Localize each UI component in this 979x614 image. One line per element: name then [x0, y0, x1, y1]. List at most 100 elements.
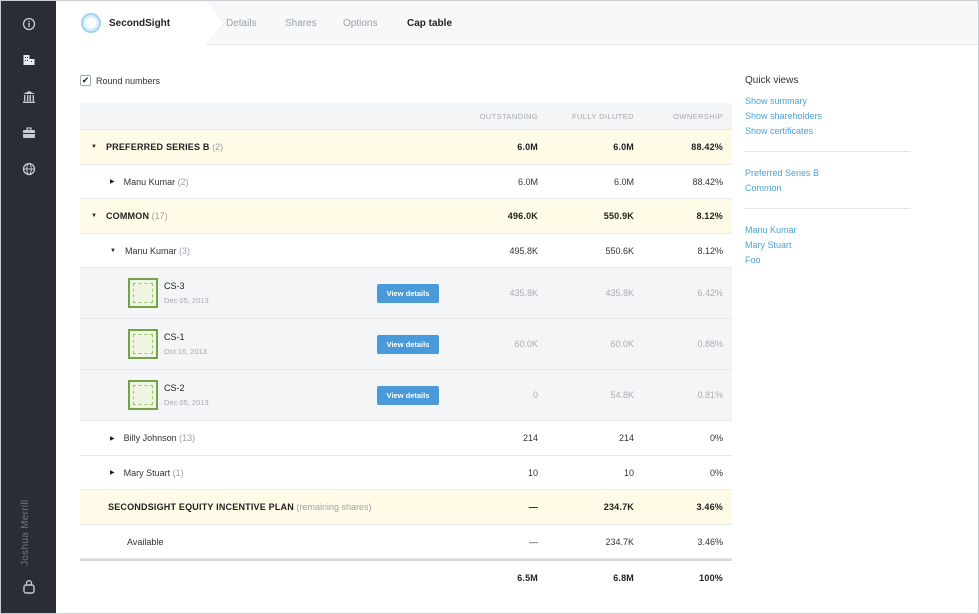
link-show-certificates[interactable]: Show certificates — [745, 124, 910, 139]
table-header: OUTSTANDING FULLY DILUTED OWNERSHIP — [80, 103, 732, 130]
brand-logo-icon — [81, 13, 101, 33]
tab-shares[interactable]: Shares — [285, 18, 317, 29]
quick-views-title: Quick views — [745, 75, 799, 86]
cell-outstanding: 60.0K — [514, 339, 538, 349]
cell-ownership: 0.88% — [697, 339, 723, 349]
cell-outstanding: 6.0M — [517, 177, 538, 187]
link-common[interactable]: Common — [745, 181, 910, 196]
cell-diluted: 6.0M — [613, 177, 634, 187]
cell-diluted: 234.7K — [603, 502, 634, 512]
cell-ownership: 88.42% — [692, 177, 723, 187]
view-details-button[interactable]: View details — [377, 284, 439, 303]
cell-diluted: 54.8K — [610, 390, 634, 400]
cell-outstanding: 10 — [527, 468, 538, 478]
group-label[interactable]: ▼ PREFERRED SERIES B (2) — [91, 130, 223, 164]
cell-outstanding: — — [528, 502, 538, 512]
divider — [745, 151, 910, 152]
caret-down-icon[interactable]: ▼ — [91, 213, 97, 219]
cap-table: OUTSTANDING FULLY DILUTED OWNERSHIP ▼ PR… — [80, 103, 732, 594]
caret-down-icon[interactable]: ▼ — [110, 248, 116, 254]
cell-outstanding: 435.8K — [509, 288, 538, 298]
cell-ownership: 3.46% — [697, 537, 723, 547]
caret-right-icon[interactable]: ▶ — [110, 178, 115, 185]
certificate-row[interactable]: CS-2 Dec 05, 2013 View details 0 54.8K 0… — [80, 370, 732, 421]
cell-diluted: 435.8K — [605, 288, 634, 298]
certificate-name: CS-2 — [164, 383, 185, 393]
cell-diluted: 550.9K — [603, 211, 634, 221]
quick-views-panel: Quick views Show summary Show shareholde… — [745, 75, 910, 268]
link-foo[interactable]: Foo — [745, 253, 910, 268]
total-diluted: 6.8M — [613, 573, 634, 583]
table-row: Available — 234.7K 3.46% — [80, 525, 732, 559]
caret-right-icon[interactable]: ▶ — [110, 469, 115, 476]
view-details-button[interactable]: View details — [377, 335, 439, 354]
left-nav: Joshua Merrill — [1, 1, 56, 613]
round-numbers-checkbox[interactable]: ✔ — [80, 75, 91, 86]
view-details-button[interactable]: View details — [377, 386, 439, 405]
round-numbers-toggle[interactable]: ✔ Round numbers — [80, 75, 160, 86]
cell-ownership: 3.46% — [696, 502, 723, 512]
table-row[interactable]: ▼ COMMON (17) 496.0K 550.9K 8.12% — [80, 199, 732, 234]
certificate-date: Oct 16, 2013 — [164, 347, 207, 356]
certificate-thumbnail[interactable] — [128, 380, 158, 410]
link-show-summary[interactable]: Show summary — [745, 94, 910, 109]
top-bar: SecondSight Details Shares Options Cap t… — [56, 1, 978, 45]
column-header-fully-diluted[interactable]: FULLY DILUTED — [544, 112, 634, 121]
divider — [745, 208, 910, 209]
info-icon[interactable] — [19, 14, 39, 34]
brand[interactable]: SecondSight — [56, 1, 206, 45]
bank-icon[interactable] — [19, 87, 39, 107]
link-preferred-series-b[interactable]: Preferred Series B — [745, 166, 910, 181]
table-row[interactable]: ▼ Manu Kumar (3) 495.8K 550.6K 8.12% — [80, 234, 732, 268]
holder-label[interactable]: ▼ Manu Kumar (3) — [110, 234, 190, 267]
certificate-date: Dec 05, 2013 — [164, 296, 209, 305]
holder-label[interactable]: ▶ Manu Kumar (2) — [110, 165, 189, 198]
cell-outstanding: 496.0K — [507, 211, 538, 221]
certificate-thumbnail[interactable] — [128, 278, 158, 308]
tab-options[interactable]: Options — [343, 18, 377, 29]
group-label[interactable]: ▼ COMMON (17) — [91, 199, 168, 233]
certificate-row[interactable]: CS-3 Dec 05, 2013 View details 435.8K 43… — [80, 268, 732, 319]
caret-right-icon[interactable]: ▶ — [110, 435, 115, 442]
link-mary-stuart[interactable]: Mary Stuart — [745, 238, 910, 253]
table-row[interactable]: ▶ Billy Johnson (13) 214 214 0% — [80, 421, 732, 456]
certificate-row[interactable]: CS-1 Oct 16, 2013 View details 60.0K 60.… — [80, 319, 732, 370]
user-name[interactable]: Joshua Merrill — [20, 471, 31, 566]
cell-diluted: 10 — [623, 468, 634, 478]
link-manu-kumar[interactable]: Manu Kumar — [745, 223, 910, 238]
cell-diluted: 6.0M — [613, 142, 634, 152]
holder-label[interactable]: ▶ Mary Stuart (1) — [110, 456, 184, 489]
breadcrumb-arrow — [206, 1, 224, 45]
caret-down-icon[interactable]: ▼ — [91, 144, 97, 150]
tab-details[interactable]: Details — [226, 18, 257, 29]
cell-outstanding: 0 — [532, 390, 538, 400]
cell-outstanding: — — [529, 537, 538, 547]
briefcase-icon[interactable] — [19, 123, 39, 143]
tab-cap-table[interactable]: Cap table — [407, 18, 452, 29]
certificate-name: CS-1 — [164, 332, 185, 342]
logout-icon[interactable] — [19, 577, 39, 597]
cell-diluted: 214 — [618, 433, 634, 443]
round-numbers-label: Round numbers — [96, 75, 161, 86]
certificate-thumbnail[interactable] — [128, 329, 158, 359]
building-icon[interactable] — [19, 50, 39, 70]
certificate-name: CS-3 — [164, 281, 185, 291]
table-row[interactable]: ▶ Mary Stuart (1) 10 10 0% — [80, 456, 732, 490]
column-header-outstanding[interactable]: OUTSTANDING — [448, 112, 538, 121]
table-row[interactable]: ▼ PREFERRED SERIES B (2) 6.0M 6.0M 88.42… — [80, 130, 732, 165]
brand-name: SecondSight — [109, 18, 171, 29]
column-header-ownership[interactable]: OWNERSHIP — [633, 112, 723, 121]
total-row: 6.5M 6.8M 100% — [80, 559, 732, 594]
group-label[interactable]: SECONDSIGHT EQUITY INCENTIVE PLAN (remai… — [108, 490, 372, 524]
globe-icon[interactable] — [19, 159, 39, 179]
cell-ownership: 6.42% — [697, 288, 723, 298]
table-row[interactable]: ▶ Manu Kumar (2) 6.0M 6.0M 88.42% — [80, 165, 732, 199]
row-label: Available — [127, 536, 164, 547]
cell-ownership: 0% — [709, 433, 723, 443]
link-show-shareholders[interactable]: Show shareholders — [745, 109, 910, 124]
holder-label[interactable]: ▶ Billy Johnson (13) — [110, 421, 195, 455]
cell-outstanding: 214 — [522, 433, 538, 443]
table-row[interactable]: SECONDSIGHT EQUITY INCENTIVE PLAN (remai… — [80, 490, 732, 525]
cell-ownership: 8.12% — [696, 211, 723, 221]
cell-diluted: 234.7K — [605, 537, 634, 547]
